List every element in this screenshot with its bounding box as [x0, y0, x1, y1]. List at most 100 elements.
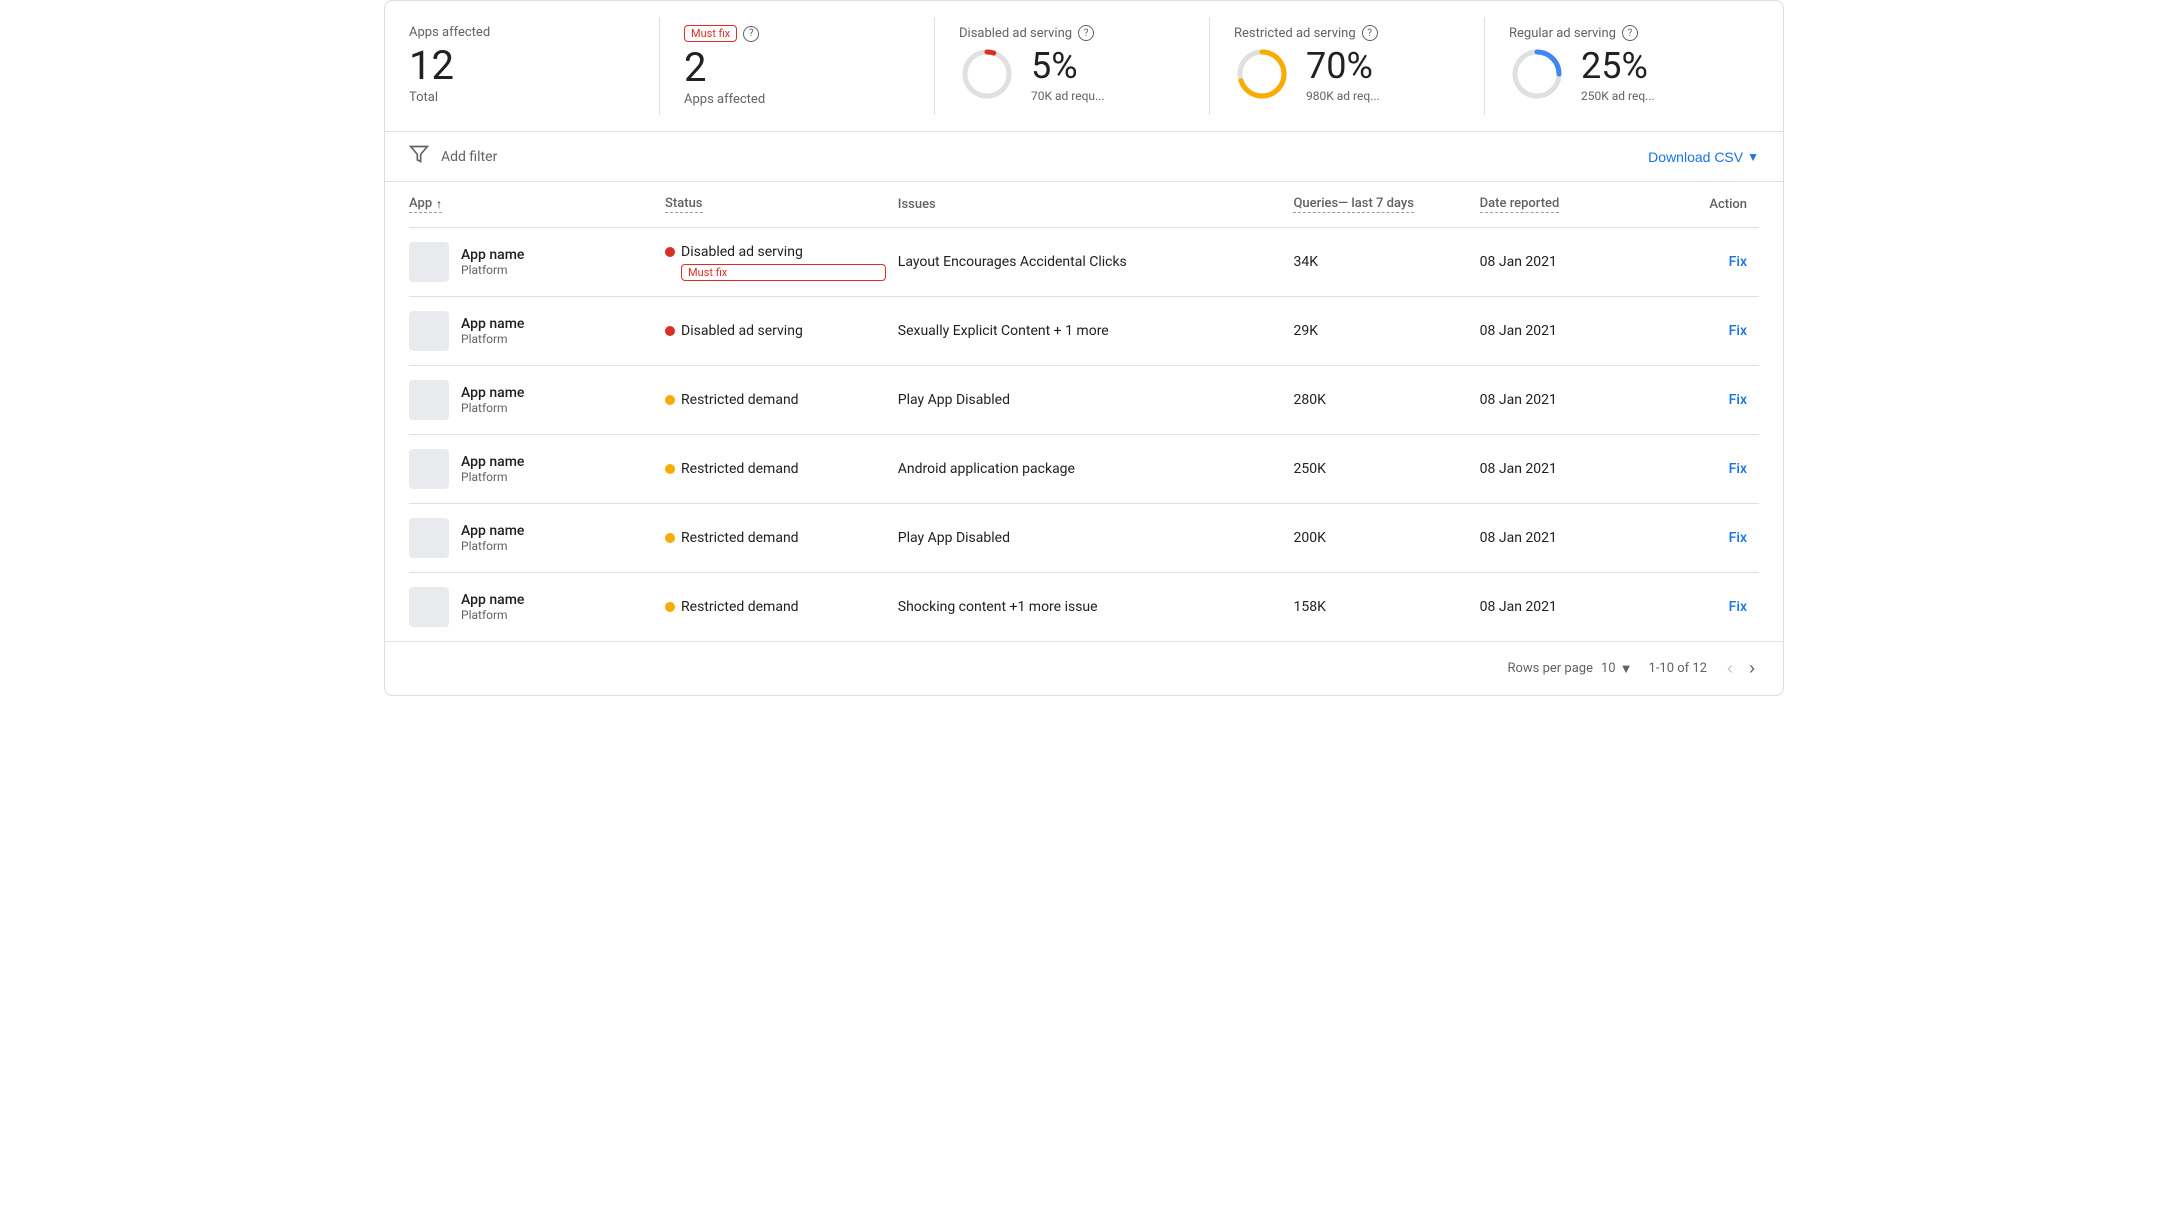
col-header-action: Action: [1666, 182, 1759, 228]
app-platform-5: Platform: [461, 608, 524, 622]
disabled-ad-help-icon[interactable]: ?: [1078, 25, 1094, 41]
must-fix-help-icon[interactable]: ?: [743, 26, 759, 42]
fix-button-0[interactable]: Fix: [1729, 254, 1747, 270]
date-value-1: 08 Jan 2021: [1480, 323, 1557, 339]
queries-cell-3: 250K: [1293, 435, 1479, 504]
must-fix-badge: Must fix: [684, 25, 737, 42]
status-dot-3: [665, 464, 675, 474]
prev-page-button[interactable]: ‹: [1723, 654, 1737, 683]
issue-text-2: Play App Disabled: [898, 392, 1010, 408]
app-platform-3: Platform: [461, 470, 524, 484]
filter-bar: Add filter Download CSV ▼: [385, 132, 1783, 182]
issue-text-5: Shocking content +1 more issue: [898, 599, 1098, 615]
rows-per-page-select[interactable]: 10 ▼: [1601, 661, 1633, 677]
date-value-3: 08 Jan 2021: [1480, 461, 1557, 477]
app-platform-1: Platform: [461, 332, 524, 346]
status-cell-5: Restricted demand: [665, 573, 898, 642]
regular-ad-donut: [1509, 46, 1565, 102]
app-icon-5: [409, 587, 449, 627]
status-cell-1: Disabled ad serving: [665, 297, 898, 366]
date-value-2: 08 Jan 2021: [1480, 392, 1557, 408]
table-row: App name Platform Restricted demand Andr…: [409, 435, 1759, 504]
queries-value-5: 158K: [1293, 599, 1325, 615]
chevron-down-rows-icon: ▼: [1620, 661, 1633, 677]
fix-button-4[interactable]: Fix: [1729, 530, 1747, 546]
disabled-ad-percent: 5%: [1031, 45, 1105, 87]
col-header-queries[interactable]: Queries— last 7 days: [1293, 182, 1479, 228]
date-cell-4: 08 Jan 2021: [1480, 504, 1666, 573]
restricted-ad-req: 980K ad req...: [1306, 89, 1380, 103]
status-dot-1: [665, 326, 675, 336]
filter-icon: [409, 144, 429, 169]
action-cell-3: Fix: [1666, 435, 1759, 504]
download-csv-button[interactable]: Download CSV ▼: [1648, 149, 1759, 165]
regular-ad-help-icon[interactable]: ?: [1622, 25, 1638, 41]
col-header-date[interactable]: Date reported: [1480, 182, 1666, 228]
restricted-ad-help-icon[interactable]: ?: [1362, 25, 1378, 41]
regular-ad-req: 250K ad req...: [1581, 89, 1655, 103]
queries-value-3: 250K: [1293, 461, 1325, 477]
app-name-3: App name: [461, 454, 524, 470]
table-row: App name Platform Restricted demand Play…: [409, 366, 1759, 435]
action-cell-2: Fix: [1666, 366, 1759, 435]
pagination: Rows per page 10 ▼ 1-10 of 12 ‹ ›: [385, 641, 1783, 695]
issue-cell-3: Android application package: [898, 435, 1294, 504]
app-cell-2: App name Platform: [409, 366, 665, 435]
app-cell-3: App name Platform: [409, 435, 665, 504]
next-page-button[interactable]: ›: [1745, 654, 1759, 683]
status-dot-5: [665, 602, 675, 612]
apps-affected-stat: Apps affected 12 Total: [409, 17, 660, 115]
status-text-5: Restricted demand: [681, 599, 799, 615]
date-cell-5: 08 Jan 2021: [1480, 573, 1666, 642]
rows-per-page: Rows per page 10 ▼: [1507, 661, 1632, 677]
app-name-1: App name: [461, 316, 524, 332]
queries-cell-5: 158K: [1293, 573, 1479, 642]
issue-cell-5: Shocking content +1 more issue: [898, 573, 1294, 642]
queries-cell-0: 34K: [1293, 228, 1479, 297]
disabled-ad-label: Disabled ad serving ?: [959, 25, 1185, 41]
app-name-4: App name: [461, 523, 524, 539]
fix-button-2[interactable]: Fix: [1729, 392, 1747, 408]
issue-text-0: Layout Encourages Accidental Clicks: [898, 254, 1127, 270]
sort-arrow-icon: ↑: [436, 197, 442, 211]
fix-button-5[interactable]: Fix: [1729, 599, 1747, 615]
disabled-ad-req: 70K ad requ...: [1031, 89, 1105, 103]
app-icon-1: [409, 311, 449, 351]
app-platform-4: Platform: [461, 539, 524, 553]
app-name-5: App name: [461, 592, 524, 608]
regular-ad-percent: 25%: [1581, 45, 1655, 87]
must-fix-stat: Must fix ? 2 Apps affected: [684, 17, 935, 115]
must-fix-label: Must fix ?: [684, 25, 910, 42]
queries-value-2: 280K: [1293, 392, 1325, 408]
table-header-row: App ↑ Status Issues: [409, 182, 1759, 228]
add-filter-text[interactable]: Add filter: [441, 149, 497, 165]
status-text-0: Disabled ad serving: [681, 244, 803, 260]
app-cell-1: App name Platform: [409, 297, 665, 366]
col-header-app[interactable]: App ↑: [409, 182, 665, 228]
chevron-down-icon: ▼: [1747, 150, 1759, 164]
col-header-issues: Issues: [898, 182, 1294, 228]
fix-button-3[interactable]: Fix: [1729, 461, 1747, 477]
app-platform-0: Platform: [461, 263, 524, 277]
date-cell-0: 08 Jan 2021: [1480, 228, 1666, 297]
status-text-1: Disabled ad serving: [681, 323, 803, 339]
table-row: App name Platform Disabled ad serving Mu…: [409, 228, 1759, 297]
issue-cell-2: Play App Disabled: [898, 366, 1294, 435]
issue-cell-4: Play App Disabled: [898, 504, 1294, 573]
queries-cell-1: 29K: [1293, 297, 1479, 366]
pagination-range: 1-10 of 12: [1648, 661, 1707, 676]
issue-text-4: Play App Disabled: [898, 530, 1010, 546]
status-cell-3: Restricted demand: [665, 435, 898, 504]
fix-button-1[interactable]: Fix: [1729, 323, 1747, 339]
action-cell-1: Fix: [1666, 297, 1759, 366]
status-dot-4: [665, 533, 675, 543]
queries-cell-4: 200K: [1293, 504, 1479, 573]
col-header-status[interactable]: Status: [665, 182, 898, 228]
queries-value-1: 29K: [1293, 323, 1318, 339]
status-cell-4: Restricted demand: [665, 504, 898, 573]
data-table: App ↑ Status Issues: [385, 182, 1783, 641]
status-text-4: Restricted demand: [681, 530, 799, 546]
app-name-0: App name: [461, 247, 524, 263]
date-cell-3: 08 Jan 2021: [1480, 435, 1666, 504]
status-dot-2: [665, 395, 675, 405]
